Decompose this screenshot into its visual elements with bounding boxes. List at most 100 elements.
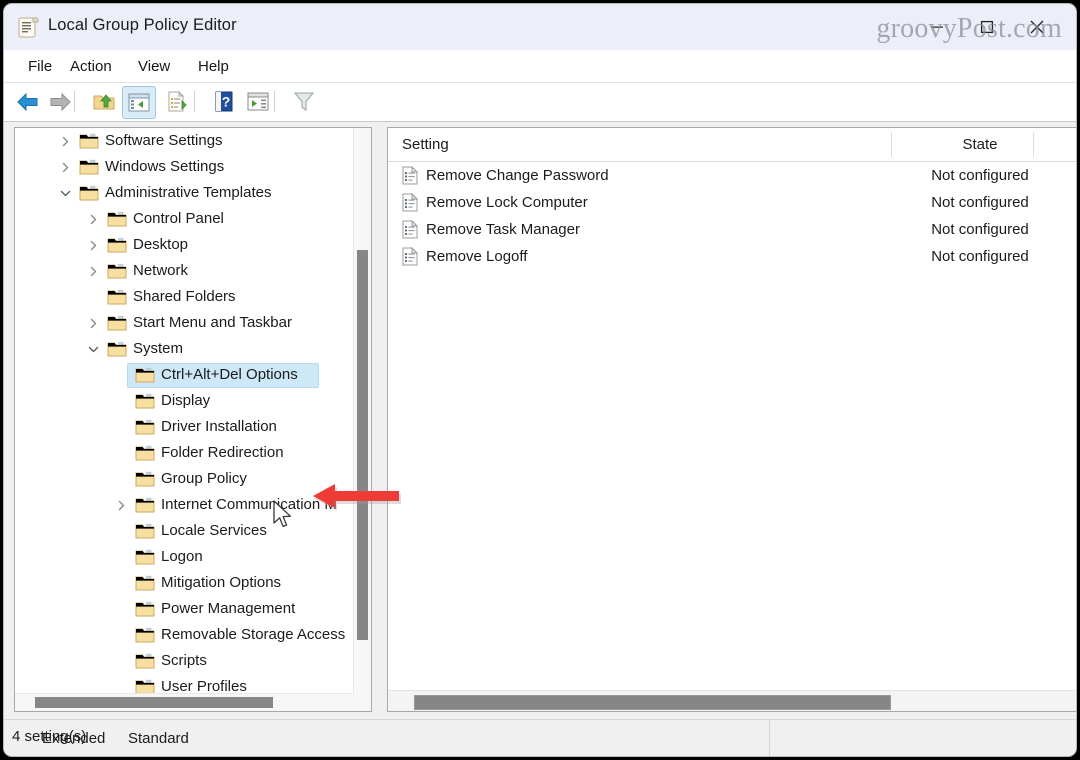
export-list-button[interactable] [162, 86, 194, 117]
tree-horizontal-scrollbar[interactable] [15, 693, 354, 711]
tree-item-shared-folders[interactable]: Shared Folders [15, 284, 354, 310]
close-button[interactable] [1014, 4, 1060, 50]
tree-item-label: Start Menu and Taskbar [133, 314, 292, 331]
settings-list-body: Remove Change Password Not configured Remo… [388, 162, 1076, 270]
tree-item-label: Windows Settings [105, 158, 225, 175]
policy-setting-icon [402, 165, 419, 185]
menu-bar: File Action View Help [4, 50, 1076, 83]
folder-icon [79, 132, 99, 149]
menu-file[interactable]: File [22, 50, 58, 82]
content-area: Software Settings Windows Settings Adminis… [4, 122, 1076, 722]
tree-item-control-panel[interactable]: Control Panel [15, 206, 354, 232]
setting-row[interactable]: Remove Change Password Not configured [388, 162, 1076, 189]
folder-icon [135, 366, 155, 383]
tree-item-removable-storage-access[interactable]: Removable Storage Access [15, 622, 354, 648]
tree-vertical-scrollbar[interactable] [353, 128, 371, 694]
tree-item-locale-services[interactable]: Locale Services [15, 518, 354, 544]
tree-item-scripts[interactable]: Scripts [15, 648, 354, 674]
list-horizontal-scrollbar-thumb[interactable] [414, 695, 891, 710]
list-horizontal-scrollbar[interactable] [388, 690, 1076, 711]
help-button[interactable]: ? [208, 86, 240, 117]
back-button[interactable] [12, 86, 44, 117]
properties-window-icon [247, 92, 269, 111]
tree-item-group-policy[interactable]: Group Policy [15, 466, 354, 492]
tree-horizontal-scrollbar-thumb[interactable] [35, 697, 273, 708]
scrollbar-corner [354, 694, 371, 711]
console-scroll-icon [18, 15, 40, 39]
tree-item-label: System [133, 340, 184, 357]
chevron-down-icon[interactable] [85, 336, 101, 362]
folder-icon [135, 496, 155, 513]
minimize-button[interactable] [914, 4, 960, 50]
folder-icon [107, 210, 127, 227]
tree-item-folder-redirection[interactable]: Folder Redirection [15, 440, 354, 466]
tree-item-administrative-templates[interactable]: Administrative Templates [15, 180, 354, 206]
tree-item-ctrl-alt-del-options[interactable]: Ctrl+Alt+Del Options [15, 362, 354, 388]
tree-item-software-settings[interactable]: Software Settings [15, 128, 354, 154]
chevron-right-icon[interactable] [113, 492, 129, 518]
setting-state: Not configured [931, 194, 1029, 211]
tree-item-system[interactable]: System [15, 336, 354, 362]
menu-view[interactable]: View [132, 50, 176, 82]
tree-item-label: Display [161, 392, 211, 409]
tree-item-display[interactable]: Display [15, 388, 354, 414]
tree-item-power-management[interactable]: Power Management [15, 596, 354, 622]
menu-help[interactable]: Help [192, 50, 235, 82]
toolbar: ? [4, 83, 1076, 122]
folder-icon [135, 626, 155, 643]
tab-extended[interactable]: Extended [26, 723, 119, 753]
tree-item-logon[interactable]: Logon [15, 544, 354, 570]
setting-row[interactable]: Remove Task Manager Not configured [388, 216, 1076, 243]
back-arrow-icon [17, 92, 38, 111]
column-header-setting[interactable]: Setting [402, 128, 449, 161]
up-folder-icon [93, 94, 115, 110]
svg-text:?: ? [222, 94, 231, 110]
settings-list-pane: Setting State Remove Change Password Not … [387, 127, 1076, 712]
menu-action[interactable]: Action [64, 50, 118, 82]
tree-item-desktop[interactable]: Desktop [15, 232, 354, 258]
filter-button[interactable] [288, 86, 320, 117]
show-properties-button[interactable] [242, 86, 274, 117]
tree-item-label: Software Settings [105, 132, 223, 149]
tree-item-user-profiles[interactable]: User Profiles [15, 674, 354, 694]
tree-item-label: Ctrl+Alt+Del Options [161, 366, 298, 383]
up-one-level-button[interactable] [88, 86, 120, 117]
setting-row[interactable]: Remove Logoff Not configured [388, 243, 1076, 270]
chevron-right-icon[interactable] [57, 128, 73, 154]
tab-standard[interactable]: Standard [112, 723, 203, 753]
chevron-right-icon[interactable] [57, 154, 73, 180]
folder-icon [79, 158, 99, 175]
show-hide-console-tree-button[interactable] [122, 86, 156, 119]
close-icon [1030, 20, 1044, 34]
tree-item-network[interactable]: Network [15, 258, 354, 284]
tree-item-start-menu-and-taskbar[interactable]: Start Menu and Taskbar [15, 310, 354, 336]
folder-icon [135, 470, 155, 487]
tree-vertical-scrollbar-thumb[interactable] [357, 250, 368, 640]
tree-viewport: Software Settings Windows Settings Adminis… [15, 128, 354, 694]
tree-item-internet-communication-m[interactable]: Internet Communication M [15, 492, 354, 518]
tree-item-mitigation-options[interactable]: Mitigation Options [15, 570, 354, 596]
setting-name: Remove Change Password [426, 167, 609, 184]
chevron-right-icon[interactable] [85, 258, 101, 284]
tree-item-label: Internet Communication M [161, 496, 337, 513]
chevron-right-icon[interactable] [85, 206, 101, 232]
chevron-right-icon[interactable] [85, 232, 101, 258]
folder-icon [135, 574, 155, 591]
folder-icon [107, 262, 127, 279]
tree-item-driver-installation[interactable]: Driver Installation [15, 414, 354, 440]
tree-item-windows-settings[interactable]: Windows Settings [15, 154, 354, 180]
chevron-right-icon[interactable] [85, 310, 101, 336]
chevron-down-icon[interactable] [57, 180, 73, 206]
setting-name: Remove Task Manager [426, 221, 580, 238]
column-divider[interactable] [891, 132, 892, 157]
policy-setting-icon [402, 192, 419, 212]
folder-icon [135, 600, 155, 617]
folder-icon [107, 340, 127, 357]
column-divider[interactable] [1033, 132, 1034, 157]
forward-button[interactable] [44, 86, 76, 117]
setting-row[interactable]: Remove Lock Computer Not configured [388, 189, 1076, 216]
title-bar: Local Group Policy Editor groovyPost.com [4, 4, 1076, 50]
tree-item-label: User Profiles [161, 678, 247, 694]
column-header-state[interactable]: State [900, 128, 1060, 161]
maximize-button[interactable] [964, 4, 1010, 50]
